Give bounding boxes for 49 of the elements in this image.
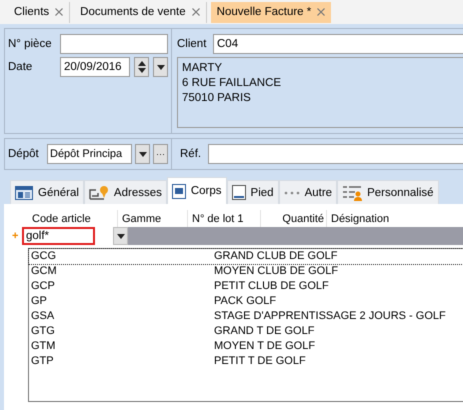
up-down-arrows-icon <box>138 61 146 73</box>
close-icon[interactable] <box>55 8 64 16</box>
suggestion-item[interactable]: GTP PETIT T DE GOLF <box>29 354 463 369</box>
column-header[interactable]: Désignation <box>327 210 463 227</box>
date-field[interactable]: 20/09/2016 <box>60 57 130 77</box>
suggestion-item[interactable]: GCM MOYEN CLUB DE GOLF <box>29 264 463 279</box>
depot-field[interactable]: Dépôt Principa <box>47 144 132 164</box>
dropdown-button[interactable] <box>153 57 168 77</box>
suggestion-item[interactable]: GCG GRAND CLUB DE GOLF <box>29 249 463 264</box>
spinner-button[interactable] <box>134 57 149 77</box>
piece-label: N° pièce <box>8 38 53 50</box>
close-icon[interactable] <box>317 8 326 16</box>
address-box: MARTY 6 RUE FAILLANCE 75010 PARIS <box>177 57 463 128</box>
section-tab[interactable]: Général <box>10 180 84 204</box>
close-icon[interactable] <box>192 8 200 16</box>
suggestion-item[interactable]: GTM MOYEN T DE GOLF <box>29 339 463 354</box>
body-layout-icon <box>172 184 186 198</box>
document-tab[interactable]: Clients <box>8 2 70 22</box>
map-pin-icon <box>88 184 109 200</box>
user-list-icon <box>342 184 362 200</box>
ref-field[interactable] <box>208 144 463 164</box>
caret-icon <box>116 234 124 238</box>
document-tab[interactable]: Documents de vente <box>74 2 207 22</box>
section-tab[interactable]: Corps <box>166 177 227 204</box>
code-input-field[interactable]: golf* <box>22 227 95 245</box>
ref-label: Réf. <box>180 148 202 160</box>
document-tab[interactable]: Nouvelle Facture * <box>210 2 332 22</box>
more-button[interactable]: ··· <box>153 144 168 164</box>
section-tab[interactable]: Adresses <box>84 180 167 204</box>
new-row-marker: + <box>12 227 22 245</box>
client-field[interactable]: C04 <box>213 34 463 54</box>
dropdown-button[interactable] <box>113 227 128 245</box>
caret-icon <box>156 64 164 70</box>
caret-icon <box>138 152 146 156</box>
form-icon <box>15 186 33 200</box>
suggestion-item[interactable]: GTG GRAND T DE GOLF <box>29 324 463 339</box>
date-label: Date <box>8 61 34 73</box>
section-tab[interactable]: Personnalisé <box>337 180 439 204</box>
depot-label: Dépôt <box>8 148 40 160</box>
suggestion-item[interactable]: GSA STAGE D'APPRENTISSAGE 2 JOURS - GOLF <box>29 309 463 324</box>
footer-layout-icon <box>232 185 246 200</box>
dropdown-button[interactable] <box>135 144 150 164</box>
client-label: Client <box>177 38 208 50</box>
dots-icon <box>284 190 300 194</box>
suggestion-item[interactable]: GP PACK GOLF <box>29 294 463 309</box>
section-tab[interactable]: Pied <box>226 180 279 204</box>
piece-field[interactable] <box>60 34 168 54</box>
section-tab[interactable]: Autre <box>278 180 338 204</box>
suggestion-item[interactable]: GCP PETIT CLUB DE GOLF <box>29 279 463 294</box>
